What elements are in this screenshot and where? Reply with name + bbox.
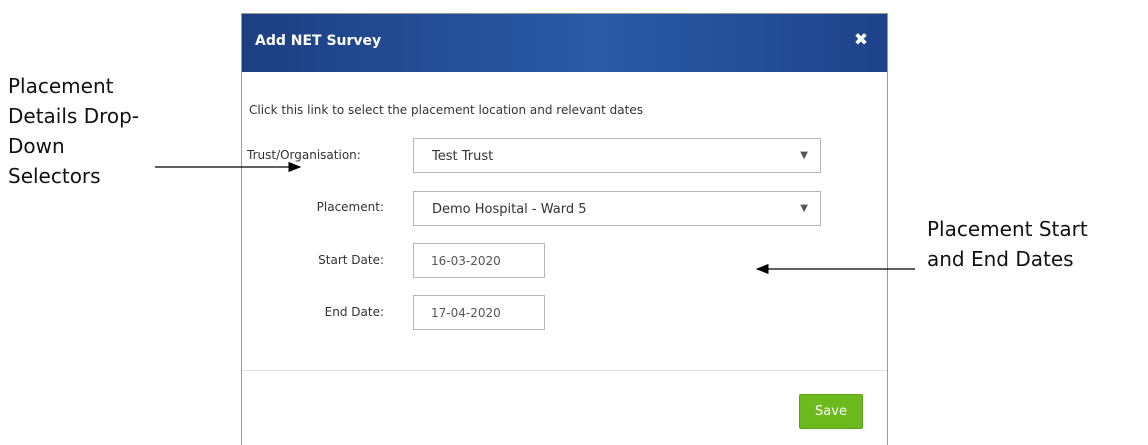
screenshot-stage: Placement Details Drop- Down Selectors P…	[0, 0, 1148, 445]
annotation-arrows	[155, 161, 915, 275]
